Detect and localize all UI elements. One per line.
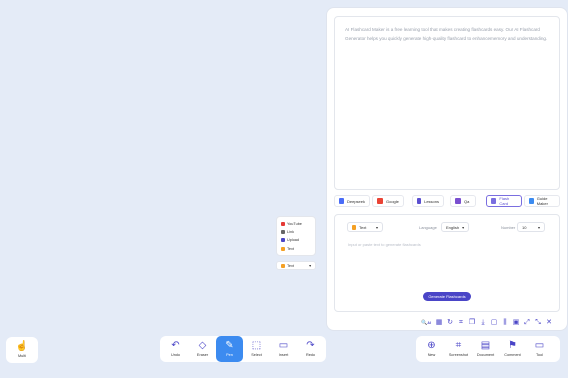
new-icon: ⊕ xyxy=(427,340,436,351)
source-lessons[interactable]: Lessons xyxy=(412,195,444,207)
text-icon xyxy=(281,246,285,251)
insert-icon: ▭ xyxy=(278,340,289,351)
qa-icon xyxy=(455,198,461,204)
chevron-down-icon: ▾ xyxy=(537,224,540,230)
type-select[interactable]: Text ▾ xyxy=(347,222,383,232)
text-icon xyxy=(281,263,285,268)
eraser-button[interactable]: ◇ Eraser xyxy=(189,336,216,362)
close-icon[interactable]: ✕ xyxy=(545,319,553,327)
eraser-icon: ◇ xyxy=(198,340,207,351)
source-google[interactable]: Google xyxy=(372,195,404,207)
document-button[interactable]: ▤ Document xyxy=(472,336,499,362)
redo-button[interactable]: ↷ Redo xyxy=(297,336,324,362)
input-type-select[interactable]: Text ▾ xyxy=(276,261,316,270)
source-tabs: Deepseek Google Lessons Qa Flash Card Gu… xyxy=(334,195,560,209)
crop-icon[interactable]: ⌗ xyxy=(457,319,465,327)
redo-icon: ↷ xyxy=(306,340,315,351)
comment-button[interactable]: ⚑ Comment xyxy=(499,336,526,362)
tool-button[interactable]: ▭ Tool xyxy=(526,336,553,362)
language-select[interactable]: English ▾ xyxy=(441,222,469,232)
number-label: Number xyxy=(501,225,516,230)
undo-button[interactable]: ↶ Undo xyxy=(162,336,189,362)
guide-maker-icon xyxy=(529,198,534,204)
frame-icon[interactable]: ▢ xyxy=(490,319,498,327)
comment-icon: ⚑ xyxy=(508,340,517,351)
link-icon xyxy=(281,230,285,235)
left-toolbar: ☝ Multi xyxy=(6,337,38,363)
image-icon[interactable]: ▦ xyxy=(435,319,443,327)
multi-button[interactable]: ☝ Multi xyxy=(6,337,38,363)
menu-item-text[interactable]: Text xyxy=(281,245,311,253)
copy-icon[interactable]: ❐ xyxy=(468,319,476,327)
screenshot-button[interactable]: ⌗ Screenshot xyxy=(445,336,472,362)
menu-item-youtube[interactable]: YouTube xyxy=(281,220,311,228)
menu-item-upload[interactable]: Upload xyxy=(281,236,311,244)
description-text: AI Flashcard Maker is a free learning to… xyxy=(345,27,548,41)
flashcard-icon xyxy=(491,198,497,204)
description-box: AI Flashcard Maker is a free learning to… xyxy=(334,16,560,190)
download-icon[interactable]: ⤓ xyxy=(479,319,487,327)
center-toolbar: ↶ Undo ◇ Eraser ✎ Pen ⬚ Select ▭ Insert … xyxy=(160,336,326,362)
undo-icon: ↶ xyxy=(171,340,180,351)
upload-icon xyxy=(281,238,285,243)
menu-item-link[interactable]: Link xyxy=(281,228,311,236)
right-toolbar: ⊕ New ⌗ Screenshot ▤ Document ⚑ Comment … xyxy=(416,336,560,362)
text-icon xyxy=(352,224,356,230)
select-icon: ⬚ xyxy=(251,340,262,351)
pen-icon: ✎ xyxy=(225,340,234,351)
select-button[interactable]: ⬚ Select xyxy=(243,336,270,362)
columns-icon[interactable]: ⫼ xyxy=(501,319,509,327)
chevron-down-icon: ▾ xyxy=(309,264,311,268)
youtube-icon xyxy=(281,222,285,227)
google-icon xyxy=(377,198,383,204)
pen-button[interactable]: ✎ Pen xyxy=(216,336,243,362)
text-input[interactable]: Input or paste text to generate flashcar… xyxy=(348,242,421,247)
chevron-down-icon: ▾ xyxy=(462,224,465,230)
tool-icon: ▭ xyxy=(534,340,545,351)
new-button[interactable]: ⊕ New xyxy=(418,336,445,362)
screenshot-icon: ⌗ xyxy=(455,340,462,351)
source-qa[interactable]: Qa xyxy=(450,195,476,207)
lessons-icon xyxy=(417,198,422,204)
insert-button[interactable]: ▭ Insert xyxy=(270,336,297,362)
language-label: Language xyxy=(419,225,437,230)
panel-tools: 🔍AI ▦ ↻ ⌗ ❐ ⤓ ▢ ⫼ ▣ ⤢ ⤡ ✕ xyxy=(420,318,553,328)
pointer-icon: ☝ xyxy=(15,341,29,352)
number-select[interactable]: 10 ▾ xyxy=(517,222,545,232)
chevron-down-icon: ▾ xyxy=(375,224,378,230)
source-flash-card[interactable]: Flash Card xyxy=(486,195,522,207)
fullscreen-icon[interactable]: ⤢ xyxy=(523,319,531,327)
zoom-ai-icon[interactable]: 🔍AI xyxy=(420,319,432,327)
source-deepseek[interactable]: Deepseek xyxy=(334,195,370,207)
document-icon: ▤ xyxy=(480,340,491,351)
deepseek-icon xyxy=(339,198,344,204)
generate-flashcards-button[interactable]: Generate Flashcards xyxy=(423,292,471,301)
input-type-menu: YouTube Link Upload Text xyxy=(276,216,316,256)
collapse-icon[interactable]: ⤡ xyxy=(534,319,542,327)
refresh-icon[interactable]: ↻ xyxy=(446,319,454,327)
source-guide-maker[interactable]: Guide Maker xyxy=(524,195,560,207)
layout-icon[interactable]: ▣ xyxy=(512,319,520,327)
